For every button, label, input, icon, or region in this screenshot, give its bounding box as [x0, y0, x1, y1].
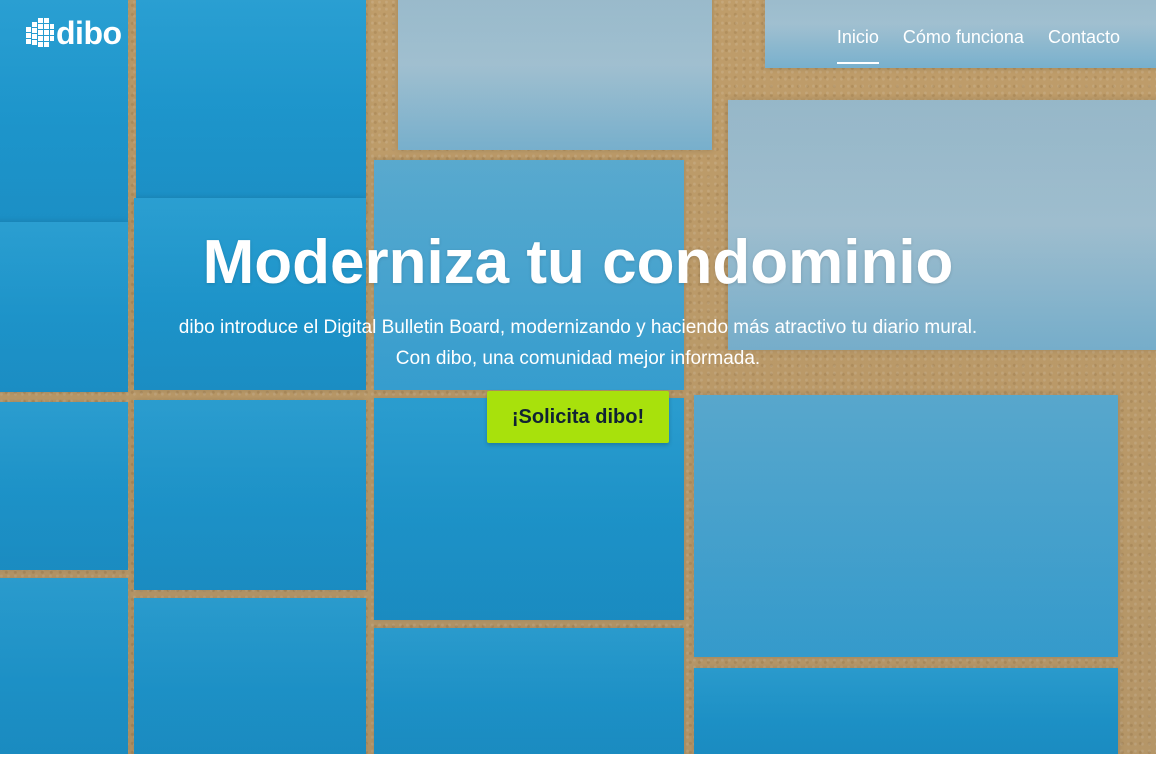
hero-subtitle: dibo introduce el Digital Bulletin Board… [178, 317, 978, 369]
top-nav: dibo Inicio Cómo funciona Contacto [0, 0, 1156, 80]
brand-name: dibo [56, 15, 122, 51]
hero-section: dibo Inicio Cómo funciona Contacto Moder… [0, 0, 1156, 754]
nav-item-inicio[interactable]: Inicio [836, 24, 879, 64]
nav-item-como-funciona[interactable]: Cómo funciona [903, 24, 1024, 64]
building-grid-icon [26, 18, 54, 47]
request-dibo-button[interactable]: ¡Solicita dibo! [487, 391, 669, 443]
nav-item-contacto[interactable]: Contacto [1048, 24, 1120, 64]
hero-title: Moderniza tu condominio [202, 228, 954, 297]
main-menu: Inicio Cómo funciona Contacto [836, 24, 1120, 64]
hero-overlay [0, 0, 1156, 754]
brand-logo[interactable]: dibo [24, 14, 122, 50]
